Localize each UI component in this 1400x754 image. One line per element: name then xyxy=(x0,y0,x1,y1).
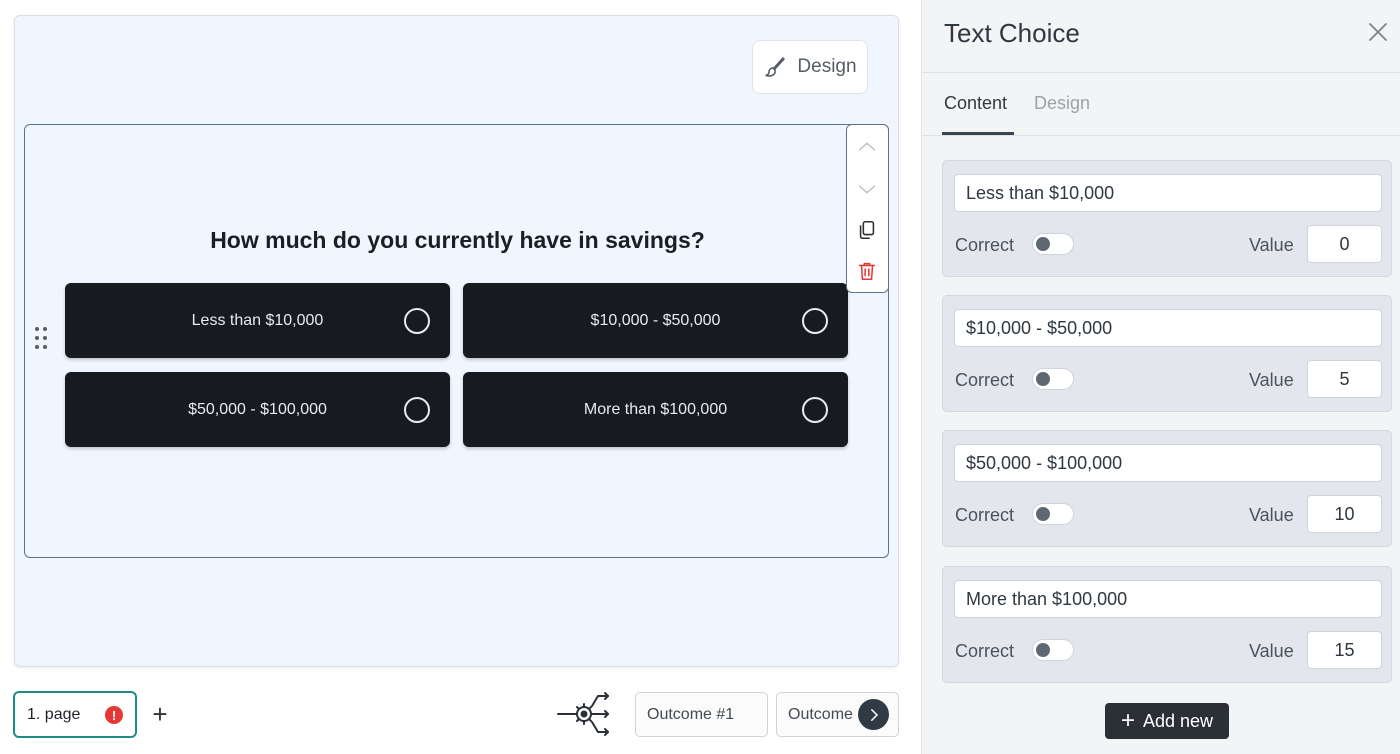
move-up-button[interactable] xyxy=(847,127,887,167)
move-down-button[interactable] xyxy=(847,169,887,209)
add-page-button[interactable]: + xyxy=(148,699,172,729)
choice-text-input[interactable] xyxy=(954,174,1382,212)
canvas-design-button[interactable]: Design xyxy=(752,40,868,94)
add-new-button[interactable]: + Add new xyxy=(1105,703,1229,739)
correct-label: Correct xyxy=(955,641,1015,661)
plus-icon: + xyxy=(1120,707,1135,734)
block-toolbar xyxy=(846,124,889,293)
toggle-knob xyxy=(1036,507,1050,521)
question-title: How much do you currently have in saving… xyxy=(210,227,705,253)
chevron-right-icon xyxy=(870,708,878,721)
answer-option[interactable]: Less than $10,000 xyxy=(65,283,450,358)
tab-content[interactable]: Content xyxy=(944,93,1007,114)
choice-card: Correct Value xyxy=(942,160,1392,277)
answer-option[interactable]: $50,000 - $100,000 xyxy=(65,372,450,447)
choice-text-input[interactable] xyxy=(954,309,1382,347)
correct-label: Correct xyxy=(955,370,1015,390)
toggle-knob xyxy=(1036,237,1050,251)
design-button-label: Design xyxy=(797,56,857,77)
add-new-label: Add new xyxy=(1142,710,1214,731)
drag-handle-icon[interactable] xyxy=(35,327,49,355)
radio-icon xyxy=(802,308,828,334)
answer-label: $10,000 - $50,000 xyxy=(590,311,721,329)
radio-icon xyxy=(802,397,828,423)
panel-title: Text Choice xyxy=(944,18,1080,48)
choice-text-input[interactable] xyxy=(954,580,1382,618)
correct-toggle[interactable] xyxy=(1032,639,1074,661)
correct-label: Correct xyxy=(955,505,1015,525)
correct-toggle[interactable] xyxy=(1032,233,1074,255)
value-label: Value xyxy=(1249,235,1294,255)
choice-card: Correct Value xyxy=(942,566,1392,683)
value-input[interactable] xyxy=(1307,225,1382,263)
error-badge: ! xyxy=(105,706,123,724)
answer-label: More than $100,000 xyxy=(583,400,728,418)
chevron-up-icon xyxy=(858,142,876,151)
properties-panel: Text Choice Content Design Correct Value… xyxy=(921,0,1400,754)
value-input[interactable] xyxy=(1307,360,1382,398)
correct-toggle[interactable] xyxy=(1032,503,1074,525)
value-input[interactable] xyxy=(1307,631,1382,669)
value-label: Value xyxy=(1249,505,1294,525)
duplicate-button[interactable] xyxy=(847,210,887,250)
scroll-next-button[interactable] xyxy=(858,699,889,730)
correct-label: Correct xyxy=(955,235,1015,255)
correct-toggle[interactable] xyxy=(1032,368,1074,390)
page-tab-label: 1. page xyxy=(27,705,81,723)
logic-gear-icon[interactable] xyxy=(556,690,612,738)
close-icon[interactable] xyxy=(1366,20,1390,44)
divider xyxy=(922,135,1400,136)
choice-card: Correct Value xyxy=(942,430,1392,547)
answer-label: $50,000 - $100,000 xyxy=(188,400,327,418)
delete-button[interactable] xyxy=(847,251,887,291)
copy-icon xyxy=(859,220,875,240)
trash-icon xyxy=(858,262,876,281)
answer-option[interactable]: $10,000 - $50,000 xyxy=(463,283,848,358)
value-input[interactable] xyxy=(1307,495,1382,533)
toggle-knob xyxy=(1036,372,1050,386)
answer-option[interactable]: More than $100,000 xyxy=(463,372,848,447)
choice-card: Correct Value xyxy=(942,295,1392,412)
answer-label: Less than $10,000 xyxy=(191,311,324,329)
chevron-down-icon xyxy=(858,185,876,194)
toggle-knob xyxy=(1036,643,1050,657)
paintbrush-icon xyxy=(765,57,786,77)
value-label: Value xyxy=(1249,641,1294,661)
choice-text-input[interactable] xyxy=(954,444,1382,482)
radio-icon xyxy=(404,397,430,423)
radio-icon xyxy=(404,308,430,334)
value-label: Value xyxy=(1249,370,1294,390)
page-tab-1[interactable]: 1. page ! xyxy=(13,691,137,738)
divider xyxy=(922,72,1400,73)
tab-design[interactable]: Design xyxy=(1034,93,1090,114)
outcome-tab-1[interactable]: Outcome #1 xyxy=(635,692,768,737)
